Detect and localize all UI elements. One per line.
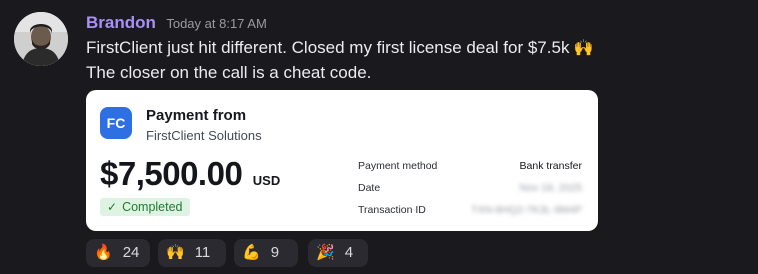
- reaction-count: 24: [122, 244, 140, 261]
- message-text-line-2: The closer on the call is a cheat code.: [86, 63, 372, 82]
- message-text: FirstClient just hit different. Closed m…: [86, 38, 570, 57]
- transaction-id-value: TXN-8HQ2-7K3L-9M4P: [471, 204, 582, 216]
- reaction-count: 9: [270, 244, 280, 261]
- transaction-id-label: Transaction ID: [358, 204, 426, 216]
- checkmark-icon: ✓: [107, 200, 118, 214]
- fire-emoji-icon: 🔥: [94, 244, 113, 261]
- author-name[interactable]: Brandon: [86, 13, 156, 32]
- message-text-line-1: FirstClient just hit different. Closed m…: [86, 38, 593, 58]
- status-label: Completed: [122, 200, 183, 214]
- payment-amount: $7,500.00: [100, 155, 243, 192]
- payment-method-label: Payment method: [358, 160, 438, 172]
- chat-message: Brandon Today at 8:17 AM FirstClient jus…: [0, 0, 758, 274]
- reaction-raised-hands[interactable]: 🙌 11: [158, 239, 226, 267]
- raised-hands-emoji-icon: 🙌: [573, 40, 594, 57]
- reaction-flexed-biceps[interactable]: 💪 9: [234, 239, 298, 267]
- flexed-biceps-emoji-icon: 💪: [242, 244, 261, 261]
- payment-method-value: Bank transfer: [519, 160, 582, 172]
- payment-card[interactable]: FC Payment from FirstClient Solutions $7…: [86, 90, 598, 231]
- reaction-count: 11: [194, 244, 211, 261]
- payer-logo: FC: [100, 107, 132, 139]
- payer-name: FirstClient Solutions: [146, 128, 262, 143]
- message-header: Brandon Today at 8:17 AM: [86, 13, 267, 35]
- reaction-count: 4: [344, 244, 354, 261]
- avatar[interactable]: [14, 12, 68, 66]
- date-value: Nov 18, 2025: [519, 182, 582, 194]
- party-popper-emoji-icon: 🎉: [316, 244, 335, 261]
- amount-row: $7,500.00 USD: [100, 155, 280, 193]
- payment-title: Payment from: [146, 107, 247, 124]
- raised-hands-emoji-icon: 🙌: [166, 244, 185, 261]
- payment-currency: USD: [252, 173, 281, 188]
- date-label: Date: [358, 182, 381, 194]
- status-badge: ✓ Completed: [100, 198, 190, 216]
- reaction-party-popper[interactable]: 🎉 4: [308, 239, 368, 267]
- avatar-photo-icon: [14, 12, 68, 66]
- reaction-fire[interactable]: 🔥 24: [86, 239, 150, 267]
- message-timestamp: Today at 8:17 AM: [166, 16, 267, 31]
